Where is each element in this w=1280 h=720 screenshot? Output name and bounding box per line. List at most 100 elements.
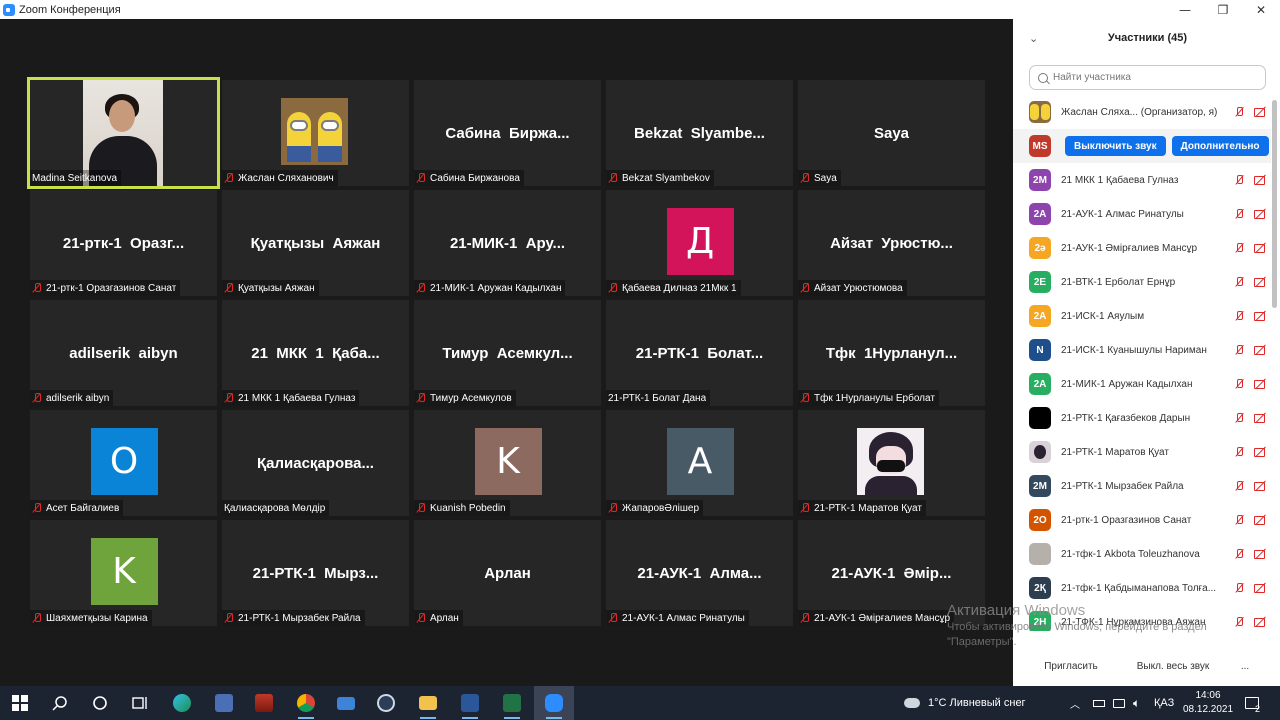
video-tile[interactable]: Қалиасқарова... Қалиасқарова Мөлдір [222,410,409,516]
video-tile[interactable]: Madina Seitkanova [27,77,220,189]
word-icon [461,694,479,712]
video-tile[interactable]: 21-РТК-1 Мырз... 21-РТК-1 Мырзабек Райла [222,520,409,626]
cortana-button[interactable] [80,686,120,720]
notification-center-button[interactable]: 2 [1245,686,1260,720]
volume-indicator[interactable]: 🔈︎ [1133,686,1140,720]
chrome-button[interactable] [286,686,326,720]
mail-button[interactable] [326,686,366,720]
video-tile[interactable]: Қуатқызы Аяжан Қуатқызы Аяжан [222,190,409,296]
video-tile[interactable]: Арлан Арлан [414,520,601,626]
more-participant-actions-button[interactable]: Дополнительно [1171,136,1269,156]
video-tile[interactable]: 21-ртк-1 Оразг... 21-ртк-1 Оразгазинов Са… [30,190,217,296]
file-explorer-button[interactable] [408,686,448,720]
participant-search[interactable] [1029,65,1266,90]
participant-name: 21-РТК-1 Мырзабек Райла [1061,480,1184,492]
panel-footer: Пригласить Выкл. весь звук ... [1013,642,1280,686]
steam-button[interactable] [366,686,406,720]
zoom-icon [545,694,563,712]
start-button[interactable] [0,686,40,720]
video-tile[interactable]: Saya Saya [798,80,985,186]
store-button[interactable] [204,686,244,720]
muted-mic-icon [1233,412,1246,424]
tile-name-label: Қабаева Дилназ 21Мкк 1 [606,280,741,296]
video-tile[interactable]: 21 МКК 1 Қаба... 21 МКК 1 Қабаева Гулназ [222,300,409,406]
participant-row[interactable]: 2M 21-РТК-1 Мырзабек Райла [1013,469,1271,503]
participant-row[interactable]: 21-тфк-1 Akbota Toleuzhanova [1013,537,1271,571]
more-options-button[interactable]: ... [1235,656,1255,676]
participant-row[interactable]: 2A 21-МИК-1 Аружан Кадылхан [1013,367,1271,401]
task-view-button[interactable] [120,686,160,720]
video-tile[interactable]: Тфк 1Нурланул... Тфк 1Нурланулы Ерболат [798,300,985,406]
tile-name-label: Арлан [414,610,463,626]
muted-mic-icon [32,613,42,623]
video-tile[interactable]: 21-РТК-1 Маратов Қуат [798,410,985,516]
participant-row[interactable]: 21-РТК-1 Маратов Қуат [1013,435,1271,469]
participant-name: ЖапаровӘлішер [622,502,700,514]
participant-row[interactable]: 2H 21-ТФК-1 Нұрқамзинова Аяжан [1013,605,1271,631]
participant-row[interactable]: Жаслан Сляхa... (Организатор, я) [1013,95,1271,129]
language-indicator[interactable]: ҚАЗ [1154,686,1174,720]
invite-button[interactable]: Пригласить [1035,656,1107,676]
video-tile[interactable]: 21-МИК-1 Ару... 21-МИК-1 Аружан Кадылхан [414,190,601,296]
participant-row[interactable]: 2ə 21-АУК-1 Әмірғалиев Мансұр [1013,231,1271,265]
search-taskbar-button[interactable] [40,686,80,720]
participant-search-input[interactable] [1053,72,1253,83]
video-tile[interactable]: K Kuanish Pobedin [414,410,601,516]
participant-row[interactable]: 2Қ 21-тфк-1 Қабдыманапова Толға... [1013,571,1271,605]
video-tile[interactable]: Айзат Урюстю... Айзат Урюстюмова [798,190,985,296]
participant-row[interactable]: 2A 21-ИСК-1 Аяулым [1013,299,1271,333]
video-tile[interactable]: A ЖапаровӘлішер [606,410,793,516]
show-hidden-icons[interactable]: ︿ [1070,686,1080,720]
participant-row[interactable]: MS Выключить звук Дополнительно [1013,129,1271,163]
video-tile[interactable]: 21-АУК-1 Алма... 21-АУК-1 Алмас Ринатулы [606,520,793,626]
video-tile[interactable]: Сабина Биржа... Сабина Биржанова [414,80,601,186]
word-button[interactable] [450,686,490,720]
muted-mic-icon [224,613,234,623]
participant-list-scrollbar[interactable] [1272,100,1277,308]
taskbar-clock[interactable]: 14:06 08.12.2021 [1183,689,1233,717]
video-tile[interactable]: 21-РТК-1 Болат... 21-РТК-1 Болат Дана [606,300,793,406]
panel-header: ⌄ Участники (45) [1013,19,1280,57]
collapse-chevron-icon[interactable]: ⌄ [1029,32,1038,45]
participant-avatar: 2M [1029,169,1051,191]
video-tile[interactable]: adilserik aibyn adilserik aibyn [30,300,217,406]
edge-browser-button[interactable] [162,686,202,720]
video-tile[interactable]: Жаслан Сляханович [222,80,409,186]
participant-row[interactable]: 2M 21 МКК 1 Қабаева Гулназ [1013,163,1271,197]
video-tile[interactable]: Д Қабаева Дилназ 21Мкк 1 [606,190,793,296]
maximize-button[interactable]: ❐ [1204,0,1242,19]
tile-avatar: A [666,428,734,495]
tile-name-label: Қалиасқарова Мөлдір [222,500,330,516]
minimize-button[interactable]: — [1166,0,1204,19]
weather-widget[interactable]: 1°C Ливневый снег [904,686,1026,720]
video-tile[interactable]: Bekzat Slyambe... Bekzat Slyambekov [606,80,793,186]
mute-all-button[interactable]: Выкл. весь звук [1125,656,1221,676]
muted-mic-icon [1233,582,1246,594]
video-tile[interactable]: 21-АУК-1 Әмір... 21-АУК-1 Әмірғалиев Манс… [798,520,985,626]
video-tile[interactable]: Тимур Асемкул... Тимур Асемкулов [414,300,601,406]
participant-row[interactable]: 2O 21-ртк-1 Оразгазинов Санат [1013,503,1271,537]
muted-mic-icon [800,173,810,183]
game-app-button[interactable] [244,686,284,720]
participant-row[interactable]: N 21-ИСК-1 Куанышулы Нариман [1013,333,1271,367]
network-indicator[interactable] [1113,686,1125,720]
tile-profile-picture [281,98,348,165]
excel-icon [503,694,521,712]
battery-indicator[interactable] [1093,686,1105,720]
muted-mic-icon [608,173,618,183]
participant-name: Тфк 1Нурланулы Ерболат [814,392,935,404]
mute-participant-button[interactable]: Выключить звук [1065,136,1166,156]
muted-mic-icon [1233,310,1246,322]
muted-mic-icon [416,613,426,623]
zoom-taskbar-button[interactable] [534,686,574,720]
video-off-icon [1254,208,1267,220]
video-tile[interactable]: K Шаяхметқызы Карина [30,520,217,626]
video-tile[interactable]: О Асет Байгалиев [30,410,217,516]
close-button[interactable]: ✕ [1242,0,1280,19]
excel-button[interactable] [492,686,532,720]
participant-row[interactable]: 2E 21-ВТК-1 Ерболат Ернұр [1013,265,1271,299]
video-off-icon [1254,514,1267,526]
participant-avatar: 2ə [1029,237,1051,259]
participant-row[interactable]: 21-РТК-1 Қағазбеков Дарын [1013,401,1271,435]
participant-row[interactable]: 2A 21-АУК-1 Алмас Ринатулы [1013,197,1271,231]
